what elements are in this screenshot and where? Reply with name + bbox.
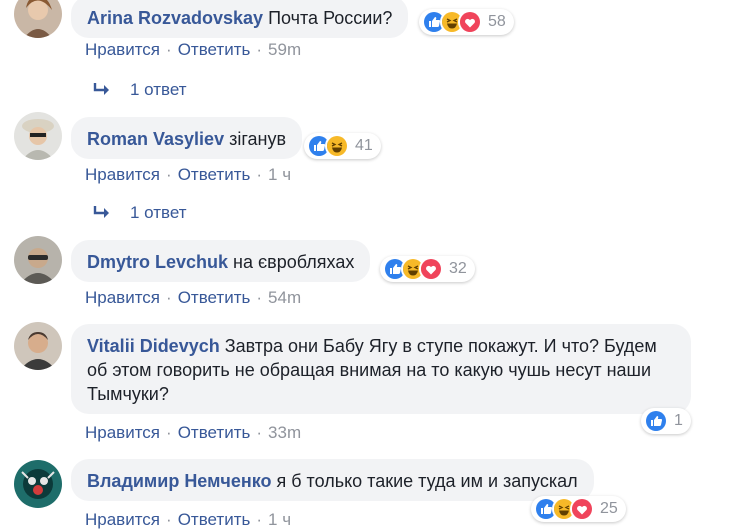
like-button[interactable]: Нравится (85, 423, 160, 442)
comment-actions: Нравится · Ответить · 33m (85, 423, 302, 442)
reply-button[interactable]: Ответить (178, 510, 251, 529)
like-button[interactable]: Нравится (85, 40, 160, 59)
reaction-count: 41 (355, 137, 373, 154)
reaction-count: 1 (674, 412, 683, 429)
replies-count: 1 ответ (130, 80, 187, 99)
like-button[interactable]: Нравится (85, 510, 160, 529)
comment-text: на євробляхах (233, 252, 355, 272)
comment-text: я б только такие туда им и запускал (276, 471, 578, 491)
comment-author[interactable]: Roman Vasyliev (87, 129, 224, 149)
view-replies-link[interactable]: 1 ответ (92, 203, 187, 223)
reaction-summary[interactable]: 41 (304, 133, 381, 159)
comment-author[interactable]: Arina Rozvadovskay (87, 8, 263, 28)
timestamp[interactable]: 1 ч (268, 165, 291, 184)
reply-arrow-icon (93, 206, 109, 218)
comment-actions: Нравится · Ответить · 59m (85, 40, 302, 59)
reply-button[interactable]: Ответить (178, 288, 251, 307)
comment-text: Почта России? (268, 8, 393, 28)
haha-icon (325, 134, 349, 158)
comment-actions: Нравится · Ответить · 1 ч (85, 165, 292, 184)
like-button[interactable]: Нравится (85, 288, 160, 307)
love-icon (458, 10, 482, 34)
comment-text: зіганув (229, 129, 287, 149)
like-button[interactable]: Нравится (85, 165, 160, 184)
timestamp[interactable]: 33m (268, 423, 301, 442)
reaction-count: 58 (488, 13, 506, 30)
reply-button[interactable]: Ответить (178, 423, 251, 442)
comment-bubble: Dmytro Levchuk на євробляхах (71, 240, 371, 282)
comment-author[interactable]: Dmytro Levchuk (87, 252, 228, 272)
love-icon (570, 497, 594, 521)
love-icon (419, 257, 443, 281)
timestamp[interactable]: 1 ч (268, 510, 291, 529)
timestamp[interactable]: 59m (268, 40, 301, 59)
comment-bubble: Vitalii Didevych Завтра они Бабу Ягу в ст… (71, 324, 691, 414)
replies-count: 1 ответ (130, 203, 187, 222)
comment-actions: Нравится · Ответить · 54m (85, 288, 302, 307)
comment-bubble: Roman Vasyliev зіганув (71, 117, 303, 159)
reaction-count: 32 (449, 260, 467, 277)
timestamp[interactable]: 54m (268, 288, 301, 307)
avatar[interactable] (14, 0, 62, 38)
comment-author[interactable]: Vitalii Didevych (87, 336, 220, 356)
reaction-summary[interactable]: 25 (531, 496, 626, 522)
reaction-summary[interactable]: 1 (641, 408, 691, 434)
reply-button[interactable]: Ответить (178, 165, 251, 184)
reaction-summary[interactable]: 58 (419, 9, 514, 35)
comment-bubble: Владимир Немченко я б только такие туда и… (71, 459, 594, 501)
view-replies-link[interactable]: 1 ответ (92, 80, 187, 100)
reaction-count: 25 (600, 500, 618, 517)
avatar[interactable] (14, 322, 62, 370)
comment-bubble: Arina Rozvadovskay Почта России? (71, 0, 409, 38)
reply-arrow-icon (93, 83, 109, 95)
reply-button[interactable]: Ответить (178, 40, 251, 59)
like-icon (644, 409, 668, 433)
avatar[interactable] (14, 236, 62, 284)
reaction-summary[interactable]: 32 (380, 256, 475, 282)
comment-author[interactable]: Владимир Немченко (87, 471, 272, 491)
avatar[interactable] (14, 460, 62, 508)
avatar[interactable] (14, 112, 62, 160)
comment-actions: Нравится · Ответить · 1 ч (85, 510, 292, 529)
